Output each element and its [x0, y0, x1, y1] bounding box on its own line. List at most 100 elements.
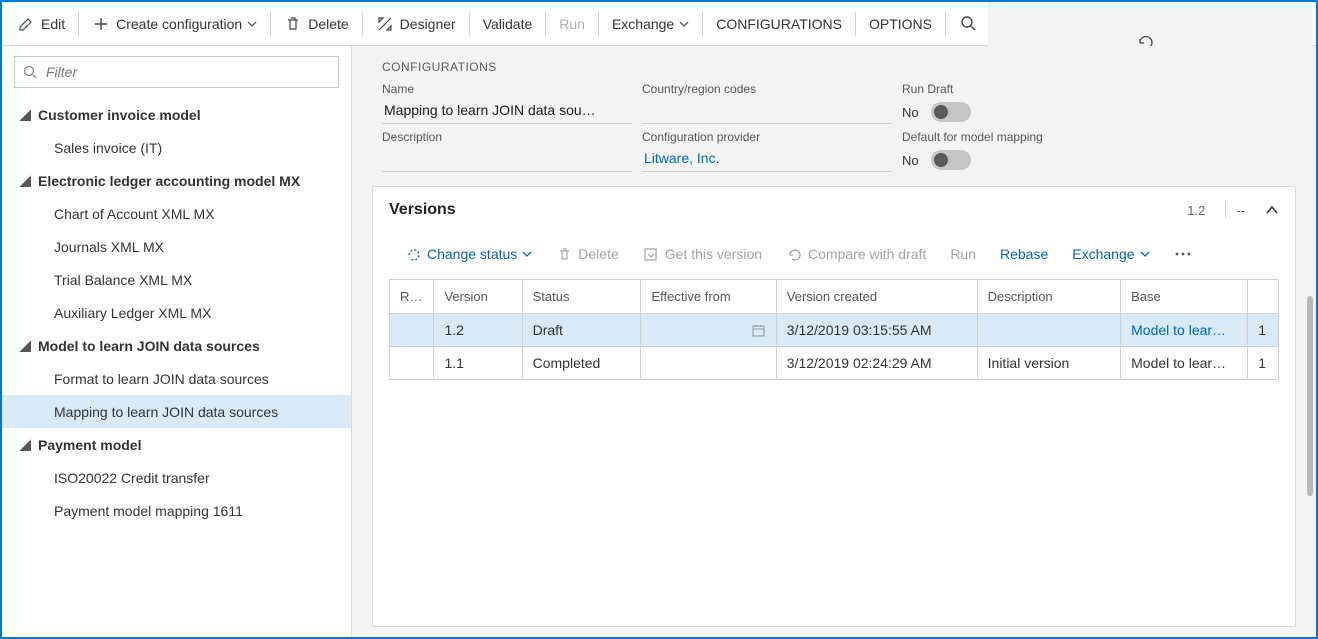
tree-label: Electronic ledger accounting model MX	[38, 173, 300, 189]
col-version[interactable]: Version	[434, 280, 522, 314]
cell-status: Draft	[522, 314, 641, 347]
options-label: OPTIONS	[869, 16, 932, 32]
col-base[interactable]: Base	[1121, 280, 1248, 314]
tree-leaf-selected[interactable]: Mapping to learn JOIN data sources	[2, 395, 351, 428]
filter-container	[2, 56, 351, 96]
country-codes-field[interactable]	[642, 98, 892, 124]
chevron-down-icon	[247, 19, 257, 29]
run-draft-toggle[interactable]	[931, 102, 971, 122]
options-tab[interactable]: OPTIONS	[858, 2, 943, 46]
attachments-button[interactable]: 0	[1129, 0, 1163, 17]
col-version-created[interactable]: Version created	[776, 280, 977, 314]
provider-label: Configuration provider	[642, 130, 892, 144]
scrollbar-thumb[interactable]	[1307, 296, 1313, 496]
compare-icon	[786, 246, 802, 262]
versions-title: Versions	[389, 201, 1187, 219]
download-icon	[643, 246, 659, 262]
run-button: Run	[548, 2, 596, 46]
divider	[1225, 201, 1226, 219]
edit-button[interactable]: Edit	[6, 2, 76, 46]
calendar-icon[interactable]	[751, 323, 766, 338]
delete-button[interactable]: Delete	[273, 2, 359, 46]
cell-version: 1.2	[434, 314, 522, 347]
designer-icon	[376, 15, 394, 33]
tree-leaf[interactable]: Auxiliary Ledger XML MX	[2, 296, 351, 329]
separator	[270, 12, 271, 36]
chevron-down-icon	[522, 249, 532, 259]
tree-node-model-join[interactable]: ◢ Model to learn JOIN data sources	[2, 329, 351, 362]
separator	[469, 12, 470, 36]
default-mapping-toggle[interactable]	[931, 150, 971, 170]
validate-button[interactable]: Validate	[472, 2, 544, 46]
cell-base[interactable]: Model to lear…	[1121, 347, 1248, 380]
search-button[interactable]	[948, 2, 988, 46]
description-field[interactable]	[382, 146, 632, 172]
tree-node-electronic-ledger-mx[interactable]: ◢ Electronic ledger accounting model MX	[2, 164, 351, 197]
tree-label: Sales invoice (IT)	[54, 140, 162, 156]
change-status-label: Change status	[427, 246, 517, 262]
col-description[interactable]: Description	[977, 280, 1120, 314]
cell-effective-from[interactable]	[641, 347, 776, 380]
name-field[interactable]: Mapping to learn JOIN data sou…	[382, 98, 632, 124]
run-label: Run	[559, 16, 585, 32]
description-label: Description	[382, 130, 632, 144]
col-status[interactable]: Status	[522, 280, 641, 314]
cell-created: 3/12/2019 02:24:29 AM	[776, 347, 977, 380]
tree-node-payment-model[interactable]: ◢ Payment model	[2, 428, 351, 461]
trash-icon	[556, 246, 572, 262]
tree-label: Payment model	[38, 437, 141, 453]
compare-with-draft-button: Compare with draft	[776, 239, 936, 269]
caret-down-icon: ◢	[20, 436, 34, 453]
tree-leaf[interactable]: Journals XML MX	[2, 230, 351, 263]
table-row[interactable]: 1.2 Draft 3/12/2019 03:15:55 AM	[390, 314, 1279, 347]
table-row[interactable]: 1.1 Completed 3/12/2019 02:24:29 AM Init…	[390, 347, 1279, 380]
tree-label: Auxiliary Ledger XML MX	[54, 305, 211, 321]
versions-meta2: --	[1236, 203, 1245, 218]
separator	[78, 12, 79, 36]
get-this-version-button: Get this version	[633, 239, 772, 269]
versions-table: R… Version Status Effective from Version…	[389, 279, 1279, 380]
app-window: Edit Create configuration Delete Designe…	[0, 0, 1318, 639]
tree-node-customer-invoice-model[interactable]: ◢ Customer invoice model	[2, 98, 351, 131]
tree-leaf[interactable]: Chart of Account XML MX	[2, 197, 351, 230]
get-this-version-label: Get this version	[665, 246, 762, 262]
cell-version: 1.1	[434, 347, 522, 380]
cell-base-num: 1	[1248, 347, 1279, 380]
tree-leaf[interactable]: Trial Balance XML MX	[2, 263, 351, 296]
exchange-button[interactable]: Exchange	[601, 2, 700, 46]
create-configuration-button[interactable]: Create configuration	[81, 2, 268, 46]
caret-down-icon: ◢	[20, 337, 34, 354]
cell-r	[390, 347, 434, 380]
versions-card: Versions 1.2 -- Change status	[372, 186, 1296, 627]
more-actions-button[interactable]	[1164, 239, 1202, 269]
tree-leaf[interactable]: Format to learn JOIN data sources	[2, 362, 351, 395]
search-icon	[959, 15, 977, 33]
tree-leaf[interactable]: ISO20022 Credit transfer	[2, 461, 351, 494]
cell-effective-from[interactable]	[641, 314, 776, 347]
configurations-tab[interactable]: CONFIGURATIONS	[705, 2, 853, 46]
designer-button[interactable]: Designer	[365, 2, 467, 46]
col-effective-from[interactable]: Effective from	[641, 280, 776, 314]
tree-label: Journals XML MX	[54, 239, 164, 255]
caret-down-icon: ◢	[20, 172, 34, 189]
tree-leaf[interactable]: Sales invoice (IT)	[2, 131, 351, 164]
col-r[interactable]: R…	[390, 280, 434, 314]
separator	[702, 12, 703, 36]
rebase-button[interactable]: Rebase	[990, 239, 1058, 269]
col-base-num[interactable]	[1248, 280, 1279, 314]
chevron-down-icon	[1140, 249, 1150, 259]
tree-label: ISO20022 Credit transfer	[54, 470, 210, 486]
versions-exchange-button[interactable]: Exchange	[1062, 239, 1159, 269]
change-status-button[interactable]: Change status	[395, 239, 542, 269]
cell-base[interactable]: Model to lear…	[1121, 314, 1248, 347]
provider-link[interactable]: Litware, Inc.	[642, 146, 892, 172]
cell-description	[977, 314, 1120, 347]
country-codes-label: Country/region codes	[642, 82, 892, 96]
versions-run-button: Run	[940, 239, 986, 269]
separator	[598, 12, 599, 36]
tree-leaf[interactable]: Payment model mapping 1611	[2, 494, 351, 527]
filter-box[interactable]	[14, 56, 339, 88]
create-configuration-label: Create configuration	[116, 16, 242, 32]
collapse-button[interactable]	[1265, 203, 1279, 217]
filter-input[interactable]	[44, 63, 330, 81]
